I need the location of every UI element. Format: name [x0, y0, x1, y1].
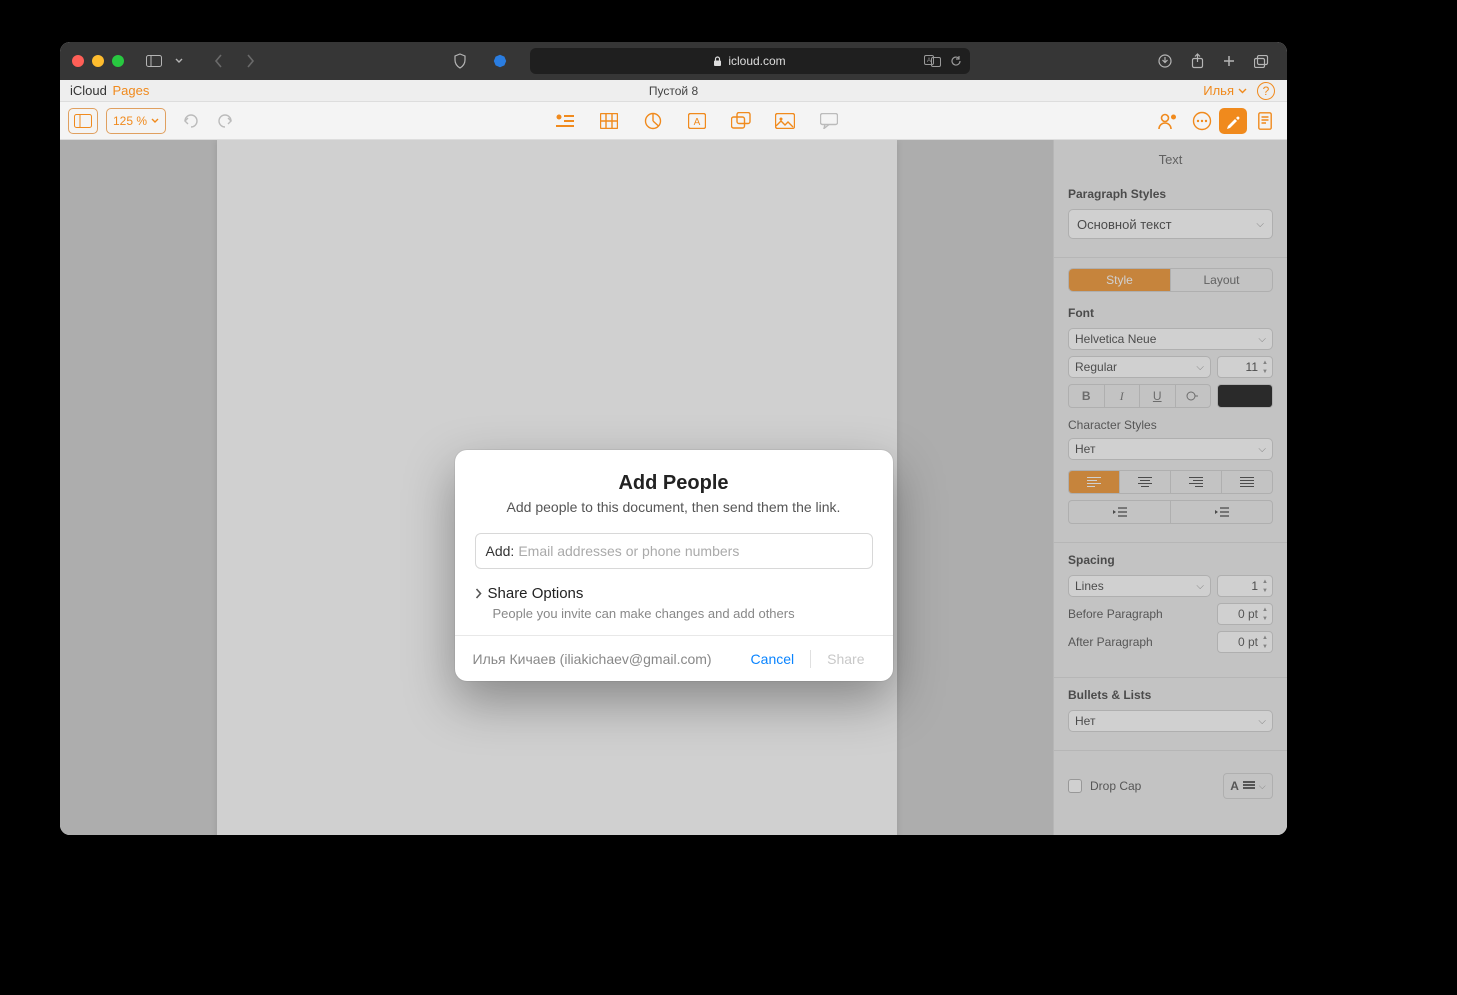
add-input-label: Add: [486, 543, 515, 559]
dialog-subtitle: Add people to this document, then send t… [475, 499, 873, 515]
insert-paragraph-icon[interactable] [552, 108, 578, 134]
svg-text:A: A [693, 117, 700, 128]
reload-icon[interactable] [950, 55, 962, 67]
insert-toolbar-group: A [548, 108, 846, 134]
insert-text-icon[interactable]: A [684, 108, 710, 134]
add-people-input[interactable]: Add: Email addresses or phone numbers [475, 533, 873, 569]
sidebar-toggle-button[interactable] [140, 48, 168, 74]
share-options-label: Share Options [488, 585, 584, 602]
add-input-placeholder: Email addresses or phone numbers [518, 543, 739, 559]
chevron-down-icon [151, 118, 159, 124]
zoom-value: 125 % [113, 114, 147, 128]
insert-shape-icon[interactable] [728, 108, 754, 134]
more-button[interactable] [1189, 108, 1215, 134]
url-text: icloud.com [728, 54, 785, 68]
insert-chart-icon[interactable] [640, 108, 666, 134]
translate-icon[interactable]: A [924, 55, 942, 67]
address-bar[interactable]: icloud.com A [530, 48, 970, 74]
dialog-title: Add People [475, 472, 873, 495]
document-inspector-button[interactable] [1251, 108, 1279, 134]
brand-pages: Pages [112, 83, 149, 98]
downloads-icon[interactable] [1151, 48, 1179, 74]
minimize-window-button[interactable] [92, 55, 104, 67]
maximize-window-button[interactable] [112, 55, 124, 67]
back-button[interactable] [204, 48, 232, 74]
share-options-description: People you invite can make changes and a… [475, 606, 873, 621]
main-area: Text Paragraph Styles Основной текст ⌵ S… [60, 140, 1287, 835]
dialog-owner-label: Илья Кичаев (iliakichaev@gmail.com) [473, 651, 741, 667]
separator [810, 650, 811, 668]
privacy-shield-icon[interactable] [446, 48, 474, 74]
new-tab-icon[interactable] [1215, 48, 1243, 74]
undo-button[interactable] [178, 108, 204, 134]
insert-table-icon[interactable] [596, 108, 622, 134]
modal-overlay: Add People Add people to this document, … [60, 140, 1287, 835]
dialog-footer: Илья Кичаев (iliakichaev@gmail.com) Canc… [455, 635, 893, 681]
format-inspector-button[interactable] [1219, 108, 1247, 134]
forward-button[interactable] [236, 48, 264, 74]
share-icon[interactable] [1183, 48, 1211, 74]
help-button[interactable]: ? [1257, 82, 1275, 100]
user-menu[interactable]: Илья [1203, 83, 1247, 98]
sidebar-menu-chevron[interactable] [172, 48, 186, 74]
lock-icon [713, 56, 722, 67]
browser-toolbar: icloud.com A [60, 42, 1287, 80]
close-window-button[interactable] [72, 55, 84, 67]
chevron-right-icon [475, 588, 482, 599]
cancel-button[interactable]: Cancel [741, 651, 805, 667]
insert-comment-icon[interactable] [816, 108, 842, 134]
window-controls [72, 55, 124, 67]
svg-text:A: A [927, 58, 931, 64]
tabs-overview-icon[interactable] [1247, 48, 1275, 74]
add-people-dialog: Add People Add people to this document, … [455, 450, 893, 681]
brand-icloud: iCloud [70, 83, 107, 98]
insert-media-icon[interactable] [772, 108, 798, 134]
share-options-toggle[interactable]: Share Options [475, 585, 873, 602]
redo-button[interactable] [212, 108, 238, 134]
view-options-button[interactable] [68, 108, 98, 134]
pages-toolbar: 125 % A [60, 102, 1287, 140]
app-header: iCloud Pages Пустой 8 Илья ? [60, 80, 1287, 102]
browser-window: icloud.com A [60, 42, 1287, 835]
share-button[interactable]: Share [817, 651, 874, 667]
document-title: Пустой 8 [649, 84, 698, 98]
extension-icon[interactable] [486, 48, 514, 74]
chevron-down-icon [1238, 88, 1247, 94]
app-brand[interactable]: iCloud Pages [70, 83, 149, 98]
zoom-selector[interactable]: 125 % [106, 108, 166, 134]
collaborate-button[interactable] [1155, 108, 1181, 134]
user-name-label: Илья [1203, 83, 1234, 98]
